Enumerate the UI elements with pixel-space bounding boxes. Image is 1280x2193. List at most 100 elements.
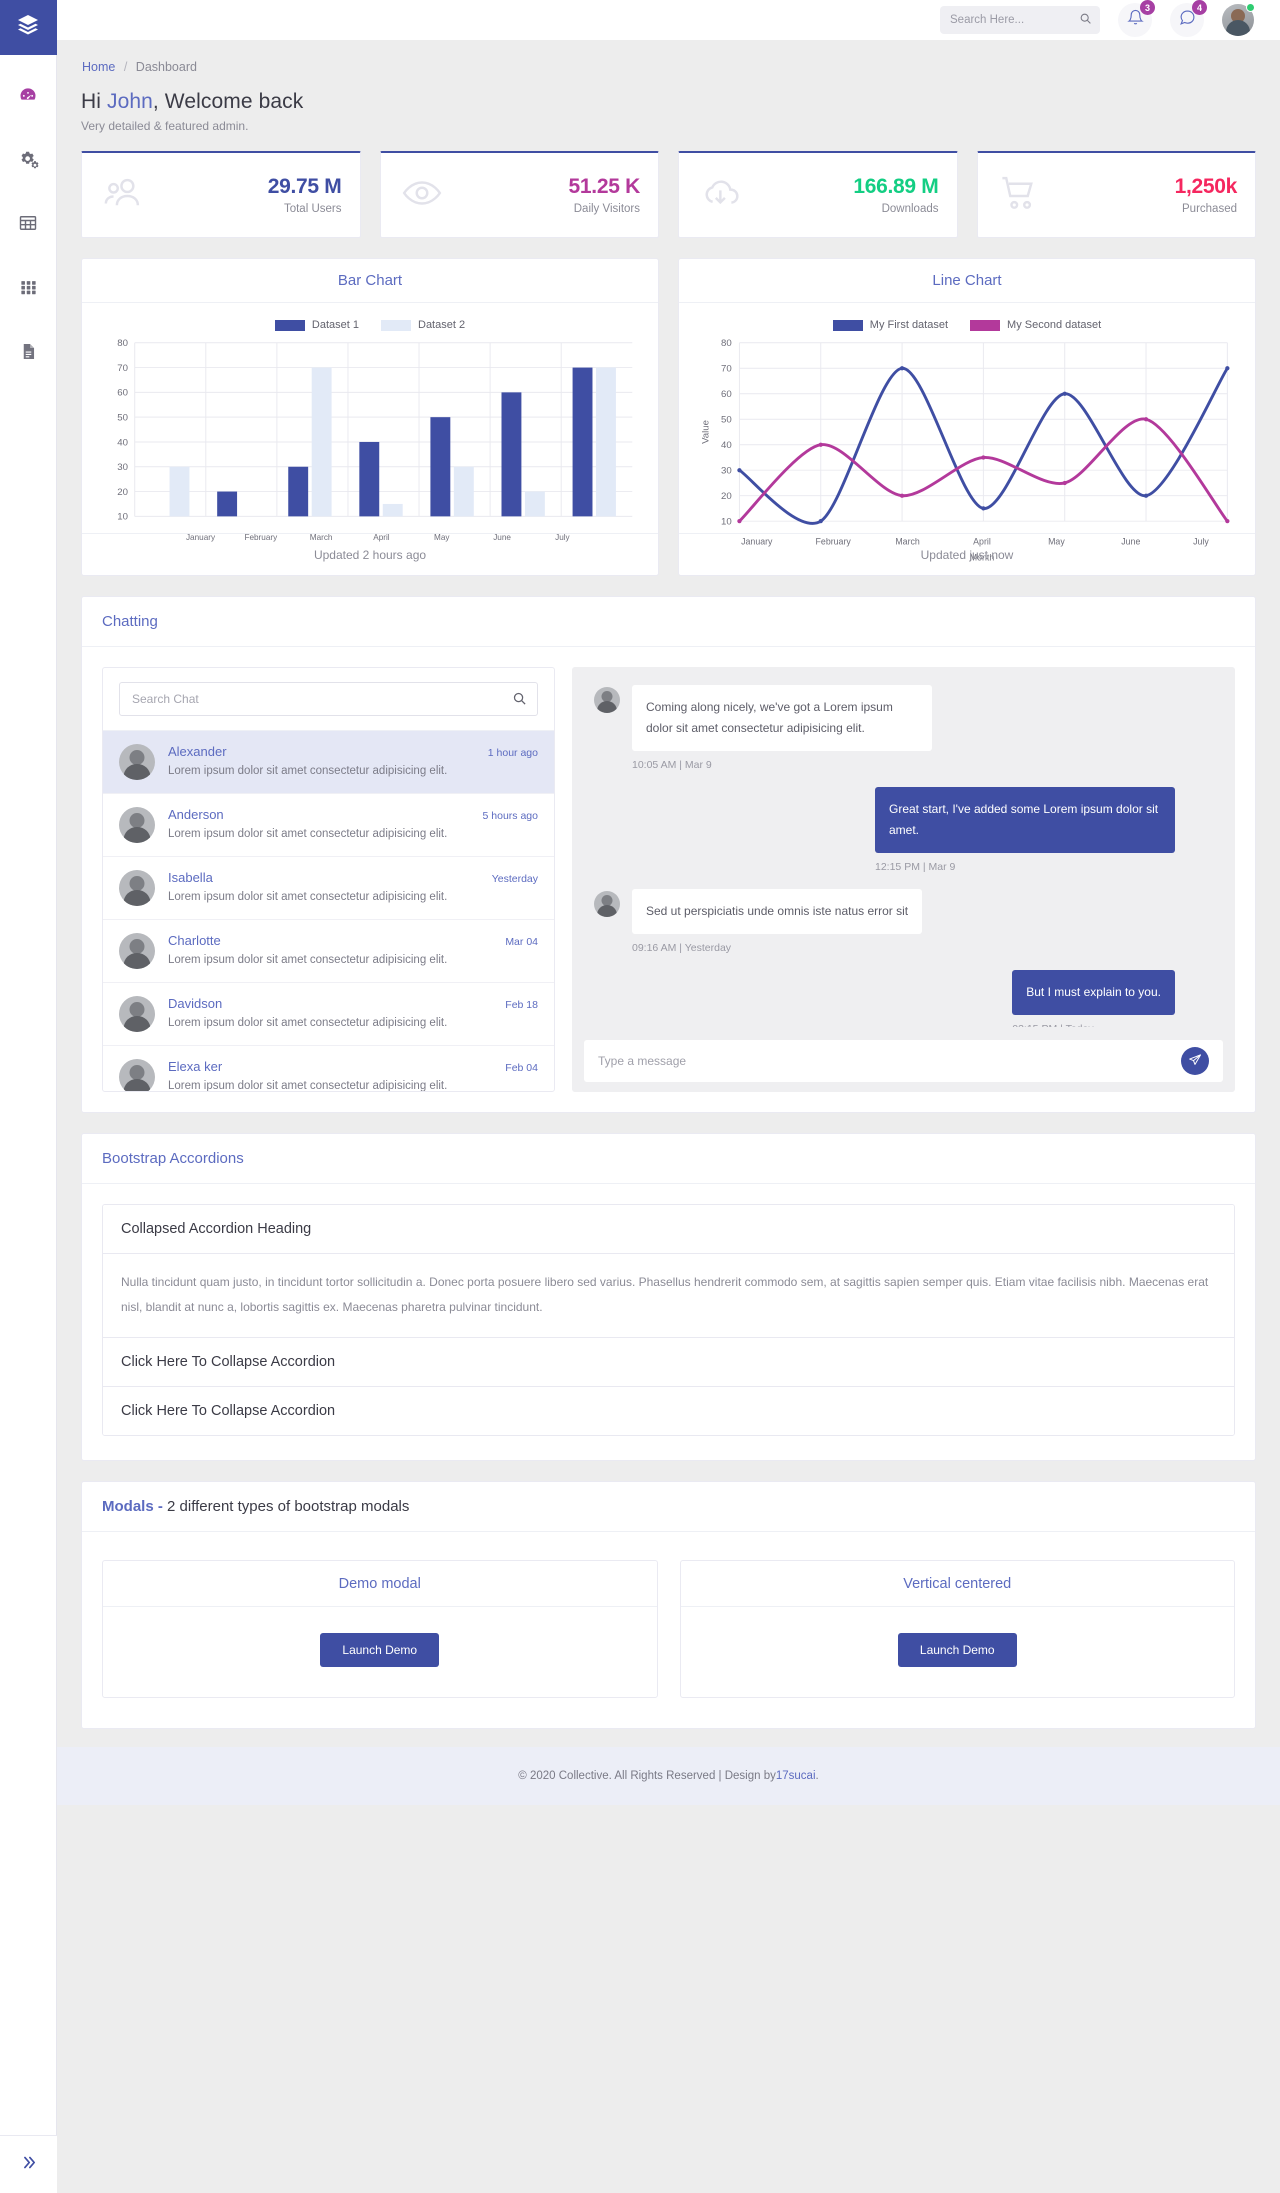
contact-items[interactable]: Alexander 1 hour ago Lorem ipsum dolor sit… <box>103 731 554 1091</box>
stat-values: 51.25 K Daily Visitors <box>569 175 641 215</box>
accordion-body-0: Nulla tincidunt quam justo, in tincidunt… <box>103 1254 1234 1339</box>
breadcrumb-current: Dashboard <box>135 60 197 74</box>
svg-text:50: 50 <box>721 415 732 426</box>
chat-search-input[interactable] <box>132 692 525 706</box>
messages-button[interactable]: 4 <box>1170 0 1207 37</box>
launch-demo-button[interactable]: Launch Demo <box>320 1633 440 1668</box>
notifications-badge: 3 <box>1140 0 1155 15</box>
search-icon[interactable] <box>512 691 527 711</box>
eye-icon <box>401 172 443 219</box>
sidebar-item-widgets[interactable] <box>0 265 57 309</box>
legend-swatch <box>832 319 863 331</box>
modal-card-vertical-centered: Vertical centered Launch Demo <box>679 1560 1235 1699</box>
speedometer-icon <box>18 85 38 105</box>
launch-demo-button[interactable]: Launch Demo <box>897 1633 1017 1668</box>
svg-text:60: 60 <box>721 389 732 400</box>
global-search[interactable] <box>940 6 1100 34</box>
chatting-panel: Chatting Search Chat Alexander 1 hour ag… <box>81 596 1256 1113</box>
outgoing-message: Great start, I've added some Lorem ipsum… <box>594 787 1213 873</box>
chat-conversation: Coming along nicely, we've got a Lorem i… <box>572 667 1235 1092</box>
svg-text:June: June <box>493 533 511 542</box>
sidebar-item-pages[interactable] <box>0 329 57 373</box>
contact-item[interactable]: Isabella Yesterday Lorem ipsum dolor sit a… <box>103 857 554 920</box>
contact-time: Mar 04 <box>505 936 538 948</box>
accordions-panel: Bootstrap Accordions Collapsed Accordion… <box>81 1133 1256 1462</box>
grid-icon <box>19 278 38 297</box>
stat-label: Total Users <box>283 203 342 215</box>
stat-value: 29.75 M <box>267 175 342 198</box>
contact-item[interactable]: Davidson Feb 18 Lorem ipsum dolor sit amet… <box>103 983 554 1046</box>
contact-item[interactable]: Elexa ker Feb 04 Lorem ipsum dolor sit ame… <box>103 1046 554 1091</box>
line-chart-plot: 10 20 30 40 50 60 70 80 Value <box>701 338 1230 528</box>
user-menu[interactable] <box>1222 3 1255 36</box>
legend-label: My Second dataset <box>1007 319 1102 331</box>
sidebar-item-settings[interactable] <box>0 137 57 181</box>
legend-item[interactable]: Dataset 1 <box>274 319 359 331</box>
cart-icon <box>998 172 1040 219</box>
stat-values: 29.75 M Total Users <box>268 175 342 215</box>
contact-avatar <box>119 870 155 906</box>
line-chart-card: Line Chart My First dataset My Second da… <box>678 258 1256 576</box>
modal-card-demo: Demo modal Launch Demo <box>102 1560 658 1699</box>
table-icon <box>18 213 38 233</box>
breadcrumb-separator: / <box>123 60 128 74</box>
bar-chart-title: Bar Chart <box>82 259 658 303</box>
contact-item[interactable]: Alexander 1 hour ago Lorem ipsum dolor sit… <box>103 731 554 794</box>
sidebar-item-tables[interactable] <box>0 201 57 245</box>
contact-item[interactable]: Anderson 5 hours ago Lorem ipsum dolor sit… <box>103 794 554 857</box>
svg-text:20: 20 <box>721 491 732 502</box>
messages-badge: 4 <box>1192 0 1207 15</box>
sidebar <box>0 0 57 2193</box>
contact-item[interactable]: Charlotte Mar 04 Lorem ipsum dolor sit ame… <box>103 920 554 983</box>
message-bubble: But I must explain to you. <box>1012 970 1175 1015</box>
svg-text:February: February <box>244 533 278 542</box>
line-chart-title: Line Chart <box>679 259 1255 303</box>
sidebar-item-dashboard[interactable] <box>0 73 57 117</box>
modals-title-strong: Modals - <box>102 1498 168 1516</box>
modals-title: Modals - 2 different types of bootstrap … <box>82 1482 1255 1533</box>
message-input[interactable] <box>598 1054 1181 1068</box>
incoming-message: Sed ut perspiciatis unde omnis iste natu… <box>594 889 1213 954</box>
charts-row: Bar Chart Dataset 1 Dataset 2 10 20 30 40 50… <box>81 258 1256 576</box>
contact-preview: Lorem ipsum dolor sit amet consectetur a… <box>168 765 448 777</box>
modal-card-title: Vertical centered <box>680 1561 1234 1608</box>
legend-item[interactable]: My Second dataset <box>970 319 1101 331</box>
outgoing-message: But I must explain to you. 03:15 PM | Tod… <box>594 970 1213 1027</box>
contact-avatar <box>119 744 155 780</box>
contact-preview: Lorem ipsum dolor sit amet consectetur a… <box>168 1017 448 1029</box>
page-subtitle: Very detailed & featured admin. <box>81 119 249 133</box>
svg-text:May: May <box>434 533 450 542</box>
svg-text:June: June <box>1121 536 1140 546</box>
contact-time: Yesterday <box>491 873 538 885</box>
legend-item[interactable]: Dataset 2 <box>381 319 465 331</box>
accordion-header-2[interactable]: Click Here To Collapse Accordion <box>103 1387 1234 1436</box>
search-input[interactable] <box>950 14 1070 26</box>
breadcrumb: Home / Dashboard <box>81 40 1256 74</box>
legend-swatch <box>381 319 411 331</box>
breadcrumb-home[interactable]: Home <box>82 60 115 74</box>
svg-text:March: March <box>310 533 333 542</box>
accordion-header-0[interactable]: Collapsed Accordion Heading <box>103 1205 1234 1254</box>
modals-title-rest: 2 different types of bootstrap modals <box>167 1498 410 1516</box>
stat-card-purchased: 1,250k Purchased <box>976 151 1256 238</box>
accordion-header-1[interactable]: Click Here To Collapse Accordion <box>103 1338 1234 1388</box>
svg-text:May: May <box>1048 536 1065 546</box>
message-thread: Coming along nicely, we've got a Lorem i… <box>572 667 1235 1027</box>
modals-panel: Modals - 2 different types of bootstrap … <box>81 1481 1256 1730</box>
legend-item[interactable]: My First dataset <box>832 319 948 331</box>
contact-avatar <box>119 807 155 843</box>
gears-icon <box>18 149 39 170</box>
notifications-button[interactable]: 3 <box>1118 0 1155 37</box>
stat-card-total-users: 29.75 M Total Users <box>81 151 361 238</box>
contact-avatar <box>119 1059 155 1091</box>
contact-time: Feb 18 <box>505 999 538 1011</box>
brand-logo[interactable] <box>0 0 57 55</box>
stat-value: 166.89 M <box>853 175 939 198</box>
stat-card-downloads: 166.89 M Downloads <box>678 151 958 238</box>
footer-link[interactable]: 17sucai <box>776 1770 816 1782</box>
user-name: John <box>106 90 153 113</box>
top-navbar: 3 4 <box>57 0 1280 40</box>
send-button[interactable] <box>1181 1047 1209 1075</box>
sidebar-expand-toggle[interactable] <box>0 2135 57 2193</box>
chat-contact-list: Alexander 1 hour ago Lorem ipsum dolor sit… <box>102 667 555 1092</box>
